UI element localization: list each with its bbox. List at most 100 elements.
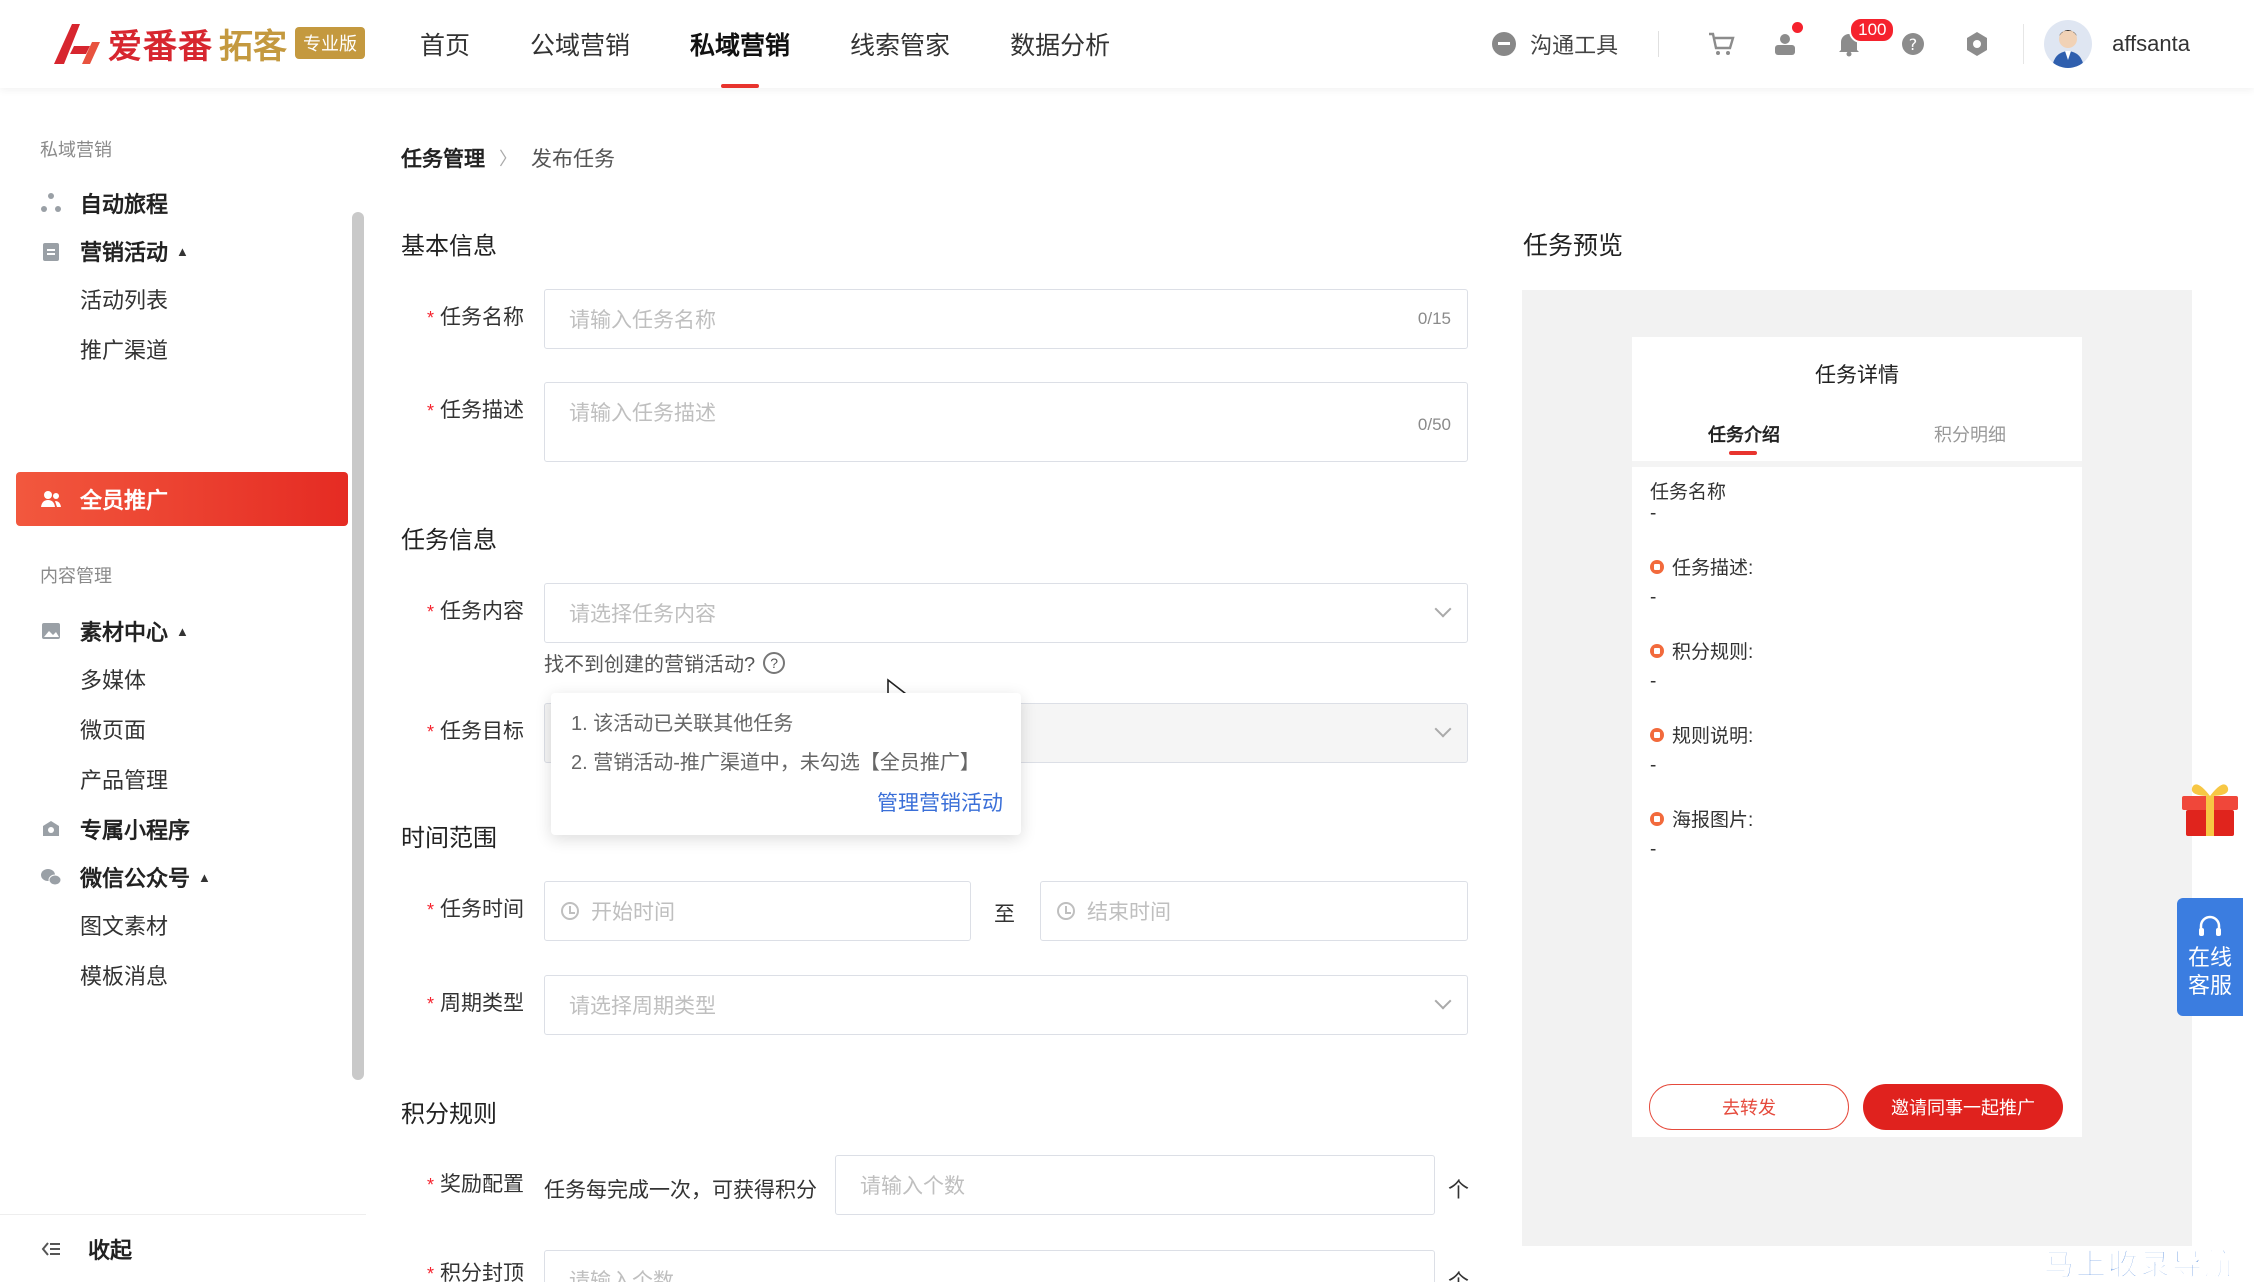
user-message-icon[interactable]: [1753, 0, 1817, 88]
preview-desc-value: -: [1650, 587, 1657, 608]
task-name-input[interactable]: 请输入任务名称 0/15: [544, 289, 1468, 349]
divider: [2023, 24, 2025, 64]
task-content-select[interactable]: 请选择任务内容: [544, 583, 1468, 643]
comm-tools-link[interactable]: 沟通工具: [1492, 28, 1618, 60]
points-cap-label: * 积分封顶: [426, 1262, 524, 1282]
header-tools: 沟通工具 100 ? affsanta: [1492, 0, 2254, 88]
sidebar-group-private-marketing: 私域营销: [40, 140, 112, 160]
poster-dot-icon: [1650, 811, 1664, 826]
sidebar-item-template-message[interactable]: 模板消息: [16, 947, 348, 1003]
sidebar-item-label: 素材中心: [80, 620, 169, 645]
manage-activity-link[interactable]: 管理营销活动: [877, 787, 1003, 817]
start-time-input[interactable]: 开始时间: [544, 881, 971, 941]
nav-home[interactable]: 首页: [390, 0, 500, 88]
cycle-type-label: * 周期类型: [426, 992, 524, 1015]
sidebar-item-multimedia[interactable]: 多媒体: [16, 651, 348, 707]
task-time-label: * 任务时间: [426, 898, 524, 921]
share-button[interactable]: 去转发: [1649, 1084, 1849, 1130]
service-label-1: 在线: [2187, 945, 2232, 970]
points-cap-unit: 个: [1448, 1266, 1469, 1282]
clock-icon: [1057, 902, 1075, 920]
tab-points-detail[interactable]: 积分明细: [1934, 421, 2006, 447]
cycle-type-placeholder: 请选择周期类型: [569, 995, 716, 1018]
end-time-placeholder: 结束时间: [1087, 901, 1171, 924]
task-desc-counter: 0/50: [1417, 415, 1451, 434]
sidebar-item-label: 模板消息: [80, 964, 169, 989]
points-cap-input[interactable]: 请输入个数: [544, 1250, 1435, 1282]
sidebar-scrollbar[interactable]: [352, 212, 364, 1080]
points-cap-placeholder: 请输入个数: [569, 1270, 674, 1282]
nav-lead-manager[interactable]: 线索管家: [820, 0, 980, 88]
sidebar: 私域营销 自动旅程 营销活动 ▲ 活动列表 推广渠道 全员推广 内容管理 素材中…: [0, 88, 366, 1282]
sidebar-collapse-button[interactable]: 收起: [0, 1214, 366, 1282]
top-header: 爱番番 拓客 专业版 首页 公域营销 私域营销 线索管家 数据分析 沟通工具 1…: [0, 0, 2254, 88]
start-time-placeholder: 开始时间: [591, 901, 675, 924]
cycle-type-select[interactable]: 请选择周期类型: [544, 975, 1468, 1035]
activity-hint-popover: 1. 该活动已关联其他任务 2. 营销活动-推广渠道中，未勾选【全员推广】 管理…: [551, 693, 1021, 835]
section-time-range-title: 时间范围: [401, 825, 497, 852]
chevron-down-icon: [1434, 992, 1452, 1010]
journey-icon: [40, 192, 62, 214]
task-name-counter: 0/15: [1417, 309, 1451, 328]
reward-description: 任务每完成一次，可获得积分: [544, 1179, 817, 1202]
range-separator: 至: [994, 903, 1015, 926]
nav-public-marketing[interactable]: 公域营销: [500, 0, 660, 88]
online-service-button[interactable]: 在线 客服: [2177, 898, 2243, 1016]
task-desc-textarea[interactable]: 请输入任务描述 0/50: [544, 382, 1468, 462]
preview-explain-label: 规则说明:: [1650, 721, 1753, 748]
wechat-icon: [40, 866, 62, 888]
sidebar-item-label: 微页面: [80, 718, 147, 743]
caret-up-icon: ▲: [198, 869, 211, 885]
bell-icon[interactable]: 100: [1817, 0, 1896, 88]
sidebar-item-label: 自动旅程: [80, 192, 169, 217]
task-content-placeholder: 请选择任务内容: [569, 603, 716, 626]
breadcrumb-parent[interactable]: 任务管理: [401, 143, 485, 173]
nav-data-analysis[interactable]: 数据分析: [980, 0, 1140, 88]
sidebar-item-label: 推广渠道: [80, 338, 169, 363]
cart-icon[interactable]: [1689, 0, 1753, 88]
phone-title: 任务详情: [1815, 364, 1899, 387]
breadcrumb: 任务管理 〉 发布任务: [401, 143, 615, 173]
reward-count-placeholder: 请输入个数: [860, 1175, 965, 1198]
task-content-label: * 任务内容: [426, 600, 524, 623]
clock-icon: [561, 902, 579, 920]
sidebar-item-all-staff-promotion[interactable]: 全员推广: [16, 472, 348, 526]
sidebar-item-label: 微信公众号: [80, 866, 191, 891]
gift-icon[interactable]: [2178, 776, 2242, 838]
unread-dot: [1792, 22, 1804, 33]
collapse-icon: [40, 1238, 62, 1260]
preview-name-value: -: [1650, 503, 1657, 524]
activity-hint-text: 找不到创建的营销活动?: [544, 654, 756, 676]
service-label-2: 客服: [2187, 973, 2232, 998]
sidebar-item-product-management[interactable]: 产品管理: [16, 751, 348, 807]
preview-poster-value: -: [1650, 839, 1657, 860]
invite-colleagues-button[interactable]: 邀请同事一起推广: [1863, 1084, 2063, 1130]
sidebar-item-label: 图文素材: [80, 914, 169, 939]
chevron-down-icon: [1434, 720, 1452, 738]
logo[interactable]: 爱番番 拓客 专业版: [50, 18, 365, 68]
reward-count-input[interactable]: 请输入个数: [835, 1155, 1435, 1215]
sidebar-item-activity-list[interactable]: 活动列表: [16, 271, 348, 327]
sidebar-group-content-management: 内容管理: [40, 566, 112, 586]
logo-icon: [50, 18, 106, 68]
sidebar-item-promotion-channel[interactable]: 推广渠道: [16, 321, 348, 377]
divider: [1632, 461, 2082, 467]
settings-icon[interactable]: [1945, 0, 2009, 88]
question-icon[interactable]: ?: [763, 651, 786, 674]
sidebar-item-label: 多媒体: [80, 668, 147, 693]
avatar[interactable]: [2044, 20, 2093, 68]
nav-private-marketing[interactable]: 私域营销: [660, 0, 820, 88]
active-tab-indicator: [1729, 451, 1757, 455]
username[interactable]: affsanta: [2112, 31, 2190, 57]
sidebar-item-article-material[interactable]: 图文素材: [16, 897, 348, 953]
watermark-text: 马上收录导航: [2044, 1249, 2236, 1282]
reward-config-label: * 奖励配置: [426, 1173, 524, 1196]
reward-unit: 个: [1448, 1179, 1469, 1202]
sidebar-item-label: 全员推广: [80, 488, 169, 513]
sidebar-item-micro-page[interactable]: 微页面: [16, 701, 348, 757]
tab-task-intro[interactable]: 任务介绍: [1708, 421, 1780, 447]
chat-icon: [1492, 32, 1517, 56]
help-icon[interactable]: ?: [1881, 0, 1945, 88]
end-time-input[interactable]: 结束时间: [1040, 881, 1468, 941]
preview-desc-label: 任务描述:: [1650, 553, 1753, 580]
